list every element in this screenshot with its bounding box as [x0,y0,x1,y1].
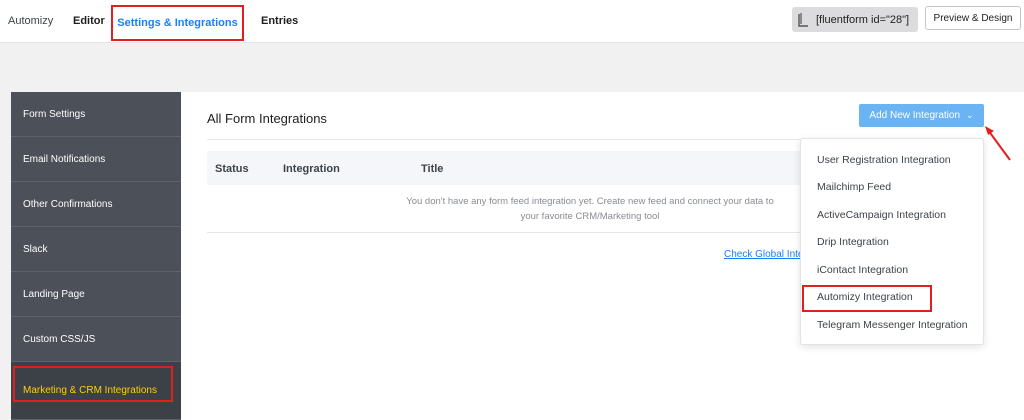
app-name[interactable]: Automizy [8,15,53,27]
sidebar-item-landing-page[interactable]: Landing Page [11,272,181,317]
sidebar-item-custom-css-js[interactable]: Custom CSS/JS [11,317,181,362]
check-global-integrations-link[interactable]: Check Global Integrations [724,249,800,260]
sidebar-item-label: Form Settings [23,108,86,120]
menu-item-user-registration[interactable]: User Registration Integration [817,154,951,166]
nav-settings-integrations[interactable]: Settings & Integrations [111,5,244,41]
sidebar-item-form-settings[interactable]: Form Settings [11,92,181,137]
sidebar-item-label: Other Confirmations [23,198,113,210]
nav-entries[interactable]: Entries [261,15,298,27]
annotation-highlight-automizy [802,285,932,312]
sidebar-item-label: Slack [23,243,48,255]
sidebar-item-label: Email Notifications [23,153,106,165]
sidebar-item-label: Custom CSS/JS [23,333,96,345]
menu-item-telegram[interactable]: Telegram Messenger Integration [817,319,968,331]
chevron-down-icon: ⌄ [966,110,974,120]
sidebar-item-other-confirmations[interactable]: Other Confirmations [11,182,181,227]
preview-design-button[interactable]: Preview & Design [925,6,1021,30]
empty-state-message: You don't have any form feed integration… [360,194,820,224]
integration-dropdown-menu: User Registration Integration Mailchimp … [800,138,984,345]
sidebar-item-email-notifications[interactable]: Email Notifications [11,137,181,182]
table-divider [207,232,807,233]
menu-item-drip[interactable]: Drip Integration [817,236,889,248]
table-header: Status Integration Title [207,151,807,185]
top-bar: Automizy Editor Settings & Integrations … [0,0,1024,43]
add-new-integration-button[interactable]: Add New Integration ⌄ [859,104,984,127]
column-header-status: Status [215,163,249,175]
column-header-title: Title [421,163,444,175]
clipboard-icon [796,12,810,28]
shortcode-text: [fluentform id="28"] [816,13,910,26]
page-title: All Form Integrations [207,111,327,126]
nav-editor[interactable]: Editor [73,15,105,27]
menu-item-mailchimp[interactable]: Mailchimp Feed [817,181,891,193]
sidebar-item-label: Landing Page [23,288,85,300]
shortcode-badge[interactable]: [fluentform id="28"] [792,7,918,32]
nav-settings-label: Settings & Integrations [117,17,238,29]
annotation-arrow-icon [985,126,1011,161]
menu-item-icontact[interactable]: iContact Integration [817,264,908,276]
column-header-integration: Integration [283,163,340,175]
empty-state-line-1: You don't have any form feed integration… [406,196,774,207]
annotation-highlight-sidebar [13,366,173,402]
empty-state-line-2: your favorite CRM/Marketing tool [520,211,660,222]
add-button-label: Add New Integration [869,110,961,121]
menu-item-activecampaign[interactable]: ActiveCampaign Integration [817,209,946,221]
sidebar-item-slack[interactable]: Slack [11,227,181,272]
